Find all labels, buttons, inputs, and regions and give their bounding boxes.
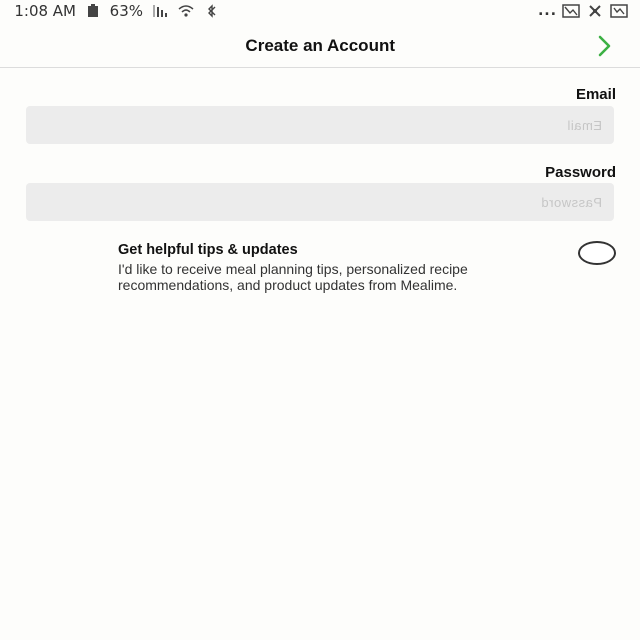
fan-icon	[586, 4, 604, 18]
signal-icon	[151, 4, 169, 18]
tips-optin-description: I'd like to receive meal planning tips, …	[118, 261, 468, 293]
page-title-text: Create an Account	[245, 36, 395, 55]
email-label-text: Email	[575, 86, 616, 103]
screen: ... 63% 1:08 AM Create an Account Email …	[0, 0, 640, 640]
header-bar: Create an Account	[0, 24, 640, 68]
status-left: ...	[537, 3, 628, 19]
page-title: Create an Account	[0, 36, 640, 56]
password-label-text: Password	[545, 164, 616, 181]
more-status-icon: ...	[537, 3, 556, 19]
tips-optin-text: Get helpful tips & updates I'd like to r…	[118, 242, 558, 293]
email-field[interactable]	[26, 106, 614, 144]
password-label: Password	[545, 164, 616, 181]
screenshot-icon	[610, 4, 628, 18]
gallery-icon	[562, 4, 580, 18]
tips-optin-title: Get helpful tips & updates	[118, 242, 298, 258]
tips-optin-radio[interactable]	[578, 241, 616, 265]
tips-optin: Get helpful tips & updates I'd like to r…	[118, 242, 558, 293]
battery-icon	[84, 4, 102, 18]
password-field[interactable]	[26, 183, 614, 221]
status-bar: ... 63% 1:08 AM	[0, 0, 640, 24]
status-time: 1:08 AM	[14, 2, 76, 20]
battery-percent: 63%	[109, 2, 143, 20]
bluetooth-icon	[203, 4, 221, 18]
wifi-icon	[177, 4, 195, 18]
email-label: Email	[576, 86, 616, 103]
status-right: 63% 1:08 AM	[14, 2, 221, 20]
